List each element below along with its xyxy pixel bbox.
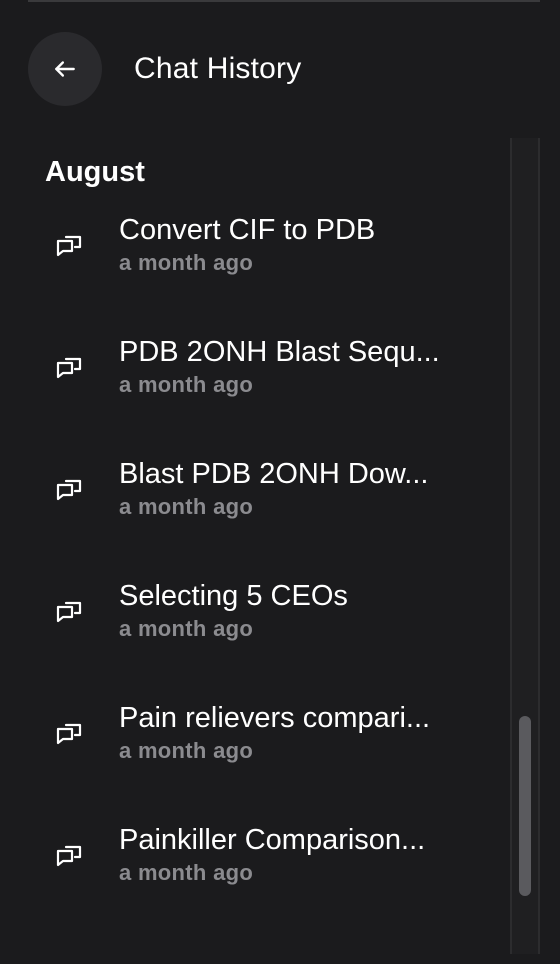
history-list-scroll[interactable]: August Convert CIF to PDB a month ago PD… [0, 138, 510, 964]
chat-bubbles-icon [56, 723, 82, 745]
arrow-left-icon [55, 61, 75, 77]
history-item-title: Convert CIF to PDB [119, 214, 376, 246]
history-item-2[interactable]: PDB 2ONH Blast Sequ... a month ago [0, 330, 510, 452]
history-item-title: Blast PDB 2ONH Dow... [119, 458, 429, 490]
history-item-title: Selecting 5 CEOs [119, 580, 348, 612]
history-item-6[interactable]: Painkiller Comparison... a month ago [0, 818, 510, 940]
scrollbar-thumb[interactable] [519, 716, 531, 896]
history-item-1[interactable]: Convert CIF to PDB a month ago [0, 208, 510, 330]
chat-bubbles-icon [56, 479, 82, 501]
chat-history-panel: Chat History August Convert CIF to PDB a… [0, 0, 560, 964]
section-label-month: August [45, 156, 145, 188]
history-item-time: a month ago [119, 494, 254, 519]
history-item-time: a month ago [119, 372, 254, 397]
chat-bubbles-icon [56, 235, 82, 257]
history-item-title: PDB 2ONH Blast Sequ... [119, 336, 440, 368]
chat-bubbles-icon [56, 357, 82, 379]
history-item-5[interactable]: Pain relievers compari... a month ago [0, 696, 510, 818]
header: Chat History [28, 32, 301, 106]
history-item-3[interactable]: Blast PDB 2ONH Dow... a month ago [0, 452, 510, 574]
history-item-title: Painkiller Comparison... [119, 824, 426, 856]
top-divider [28, 0, 540, 2]
back-button[interactable] [28, 32, 102, 106]
history-item-title: Pain relievers compari... [119, 702, 431, 734]
history-item-4[interactable]: Selecting 5 CEOs a month ago [0, 574, 510, 696]
chat-bubbles-icon [56, 845, 82, 867]
page-title: Chat History [134, 52, 302, 85]
history-item-time: a month ago [119, 616, 254, 641]
history-item-time: a month ago [119, 250, 254, 275]
scrollbar-track[interactable] [510, 138, 540, 954]
chat-bubbles-icon [56, 601, 82, 623]
history-list: Convert CIF to PDB a month ago PDB 2ONH … [0, 208, 510, 940]
history-item-time: a month ago [119, 738, 254, 763]
history-item-time: a month ago [119, 860, 254, 885]
